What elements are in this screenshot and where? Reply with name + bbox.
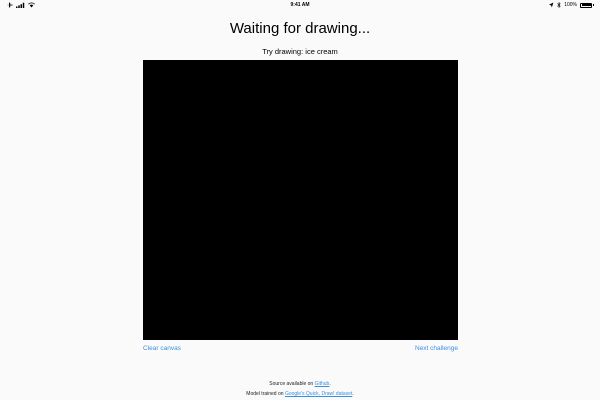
footer-model-line: Model trained on Google's Quick, Draw! d… <box>0 391 600 397</box>
drawing-prompt: Try drawing: ice cream <box>0 47 600 56</box>
github-link[interactable]: Github <box>315 381 330 387</box>
battery-fill <box>581 4 591 6</box>
drawing-canvas[interactable] <box>143 60 458 340</box>
footer-model-prefix: Model trained on <box>246 391 285 397</box>
footer-source-line: Source available on Github. <box>0 381 600 387</box>
next-challenge-button[interactable]: Next challenge <box>415 345 458 352</box>
status-right-icons: 100% <box>549 0 594 10</box>
battery-percent: 100% <box>564 2 577 8</box>
footer-source-suffix: . <box>329 381 331 387</box>
status-bar: 9:41 AM 100% <box>0 0 600 10</box>
quickdraw-dataset-link[interactable]: Google's Quick, Draw! dataset <box>285 391 352 397</box>
prompt-prefix: Try drawing: <box>262 47 306 56</box>
battery-icon <box>580 2 592 8</box>
location-icon <box>549 2 554 8</box>
prompt-subject: ice cream <box>305 47 338 56</box>
footer-source-prefix: Source available on <box>269 381 315 387</box>
footer-model-suffix: . <box>352 391 354 397</box>
bluetooth-icon <box>557 2 561 8</box>
clear-canvas-button[interactable]: Clear canvas <box>143 345 181 352</box>
page-heading: Waiting for drawing... <box>229 20 371 37</box>
status-time: 9:41 AM <box>290 2 310 8</box>
battery-nub <box>593 4 594 6</box>
